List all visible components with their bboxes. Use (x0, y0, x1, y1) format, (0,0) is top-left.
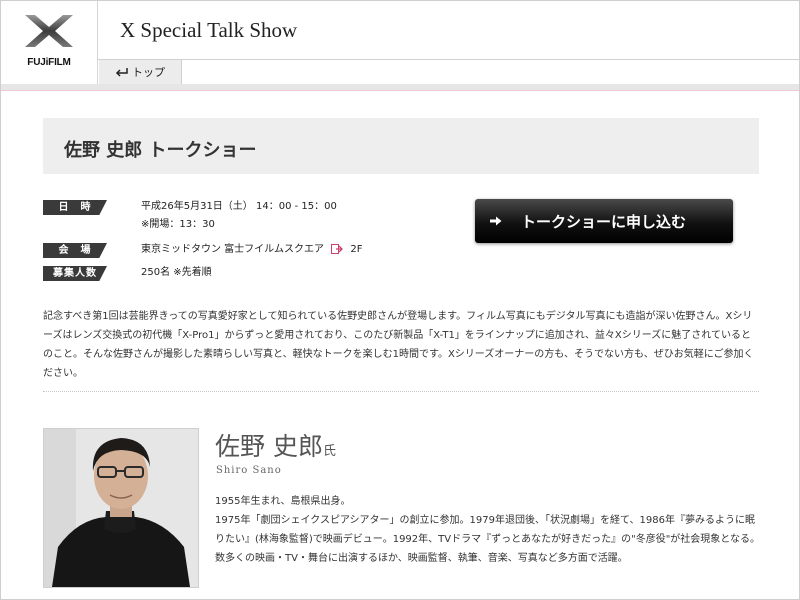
profile-romaji: Shiro Sano (216, 465, 282, 476)
arrow-right-icon (490, 216, 502, 226)
datetime-line: 平成26年5月31日（土） 14：00 - 15：00 (141, 201, 337, 212)
profile-photo (43, 428, 199, 588)
portrait-image (44, 429, 198, 587)
brand-wordmark: FUJiFILM (27, 57, 71, 68)
page-title: 佐野 史郎 トークショー (64, 140, 257, 161)
info-label-venue: 会 場 (43, 243, 107, 258)
bio-line-career: 1975年「劇団シェイクスピアシアター」の創立に参加。1979年退団後、「状況劇… (215, 515, 760, 564)
nav-top-tab[interactable]: トップ (99, 60, 182, 84)
profile-name: 佐野 史郎氏 (215, 427, 336, 463)
section-divider (43, 391, 759, 392)
venue-link[interactable]: 東京ミッドタウン 富士フイルムスクエア (141, 244, 324, 255)
info-label-capacity: 募集人数 (43, 266, 107, 281)
fujifilm-logo[interactable]: FUJiFILM (1, 1, 98, 84)
apply-button-label: トークショーに申し込む (521, 212, 687, 231)
profile-honorific: 氏 (322, 444, 336, 459)
info-label-datetime: 日 時 (43, 200, 107, 215)
header-divider (98, 59, 799, 60)
return-arrow-icon (115, 68, 128, 77)
profile-name-text: 佐野 史郎 (215, 432, 323, 461)
page-frame: FUJiFILM X Special Talk Show トップ 佐野 史郎 ト… (0, 0, 800, 600)
event-title-box: 佐野 史郎 トークショー (43, 118, 759, 174)
x-series-logo-icon (25, 15, 73, 47)
event-description: 記念すべき第1回は芸能界きっての写真愛好家として知られている佐野史郎さんが登場し… (43, 311, 754, 379)
header-accent-line (1, 90, 799, 91)
site-title: X Special Talk Show (120, 18, 298, 42)
external-link-icon[interactable] (331, 244, 344, 254)
info-value-datetime: 平成26年5月31日（土） 14：00 - 15：00 ※開場：13：30 (141, 200, 337, 232)
info-value-capacity: 250名 ※先着順 (141, 267, 212, 278)
apply-button[interactable]: トークショーに申し込む (475, 199, 733, 243)
bio-line-birth: 1955年生まれ、島根県出身。 (215, 496, 351, 507)
venue-floor: 2F (350, 244, 363, 255)
info-value-venue: 東京ミッドタウン 富士フイルムスクエア 2F (141, 243, 362, 257)
profile-bio: 1955年生まれ、島根県出身。 1975年「劇団シェイクスピアシアター」の創立に… (215, 492, 761, 568)
nav-top-label: トップ (132, 66, 165, 79)
doors-open-line: ※開場：13：30 (141, 219, 215, 230)
